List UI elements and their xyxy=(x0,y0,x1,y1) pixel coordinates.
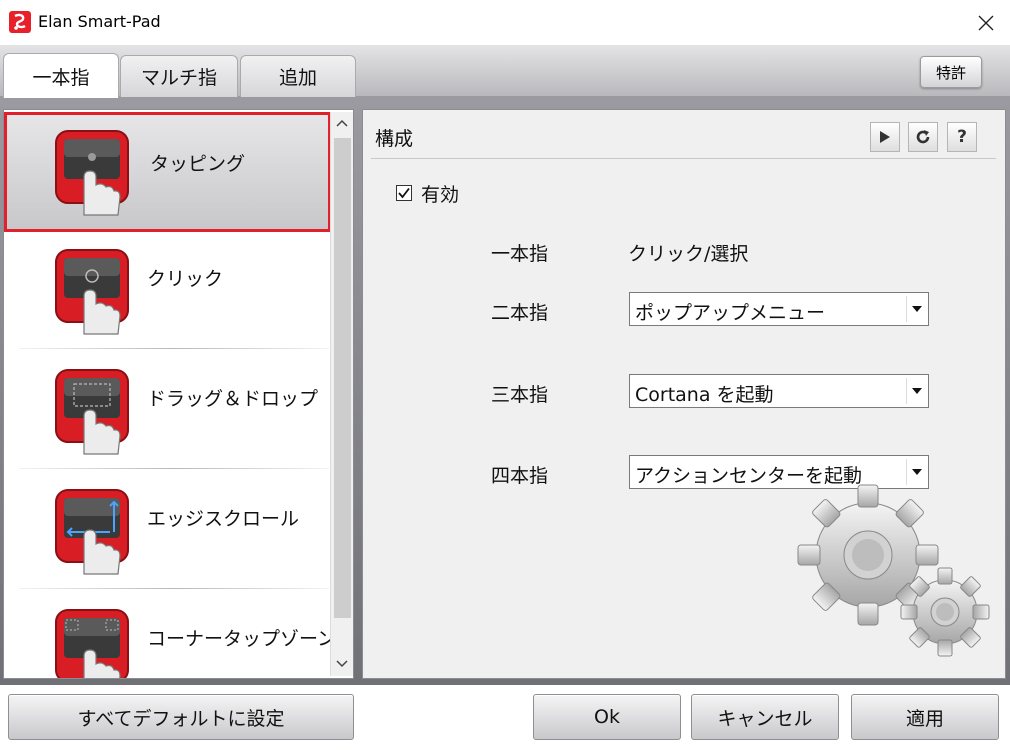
list-item-tapping[interactable]: タッピング xyxy=(4,112,331,232)
panel-title: 構成 xyxy=(375,128,414,150)
scroll-up-button[interactable] xyxy=(331,112,353,134)
list-item-label: コーナータップゾーン xyxy=(147,628,337,650)
checkmark-icon xyxy=(398,187,410,199)
edge-scroll-gesture-icon xyxy=(54,486,132,576)
three-finger-select-value: Cortana を起動 xyxy=(635,384,774,406)
apply-button[interactable]: 適用 xyxy=(851,694,999,740)
title-bar: Elan Smart-Pad xyxy=(0,0,1010,45)
list-item-label: エッジスクロール xyxy=(147,508,300,530)
list-item-corner-tap[interactable]: コーナータップゾーン xyxy=(4,590,336,678)
refresh-icon xyxy=(916,130,930,144)
scroll-down-button[interactable] xyxy=(331,653,353,675)
tab-additional[interactable]: 追加 xyxy=(240,55,356,97)
row-label-four-finger: 四本指 xyxy=(491,465,549,487)
configuration-panel: 構成 ? 有効 一本指 クリック/選択 二本指 ポップアップメニュー 三本指 C… xyxy=(362,109,1006,679)
refresh-button[interactable] xyxy=(908,122,938,152)
cancel-button[interactable]: キャンセル xyxy=(691,694,839,740)
close-icon xyxy=(978,15,994,30)
dropdown-button[interactable] xyxy=(906,378,926,404)
tab-strip: 一本指 マルチ指 追加 xyxy=(0,45,1010,98)
list-item-edge-scroll[interactable]: エッジスクロール xyxy=(4,470,331,590)
feature-list-scrollbar[interactable] xyxy=(330,112,353,676)
ok-button[interactable]: Ok xyxy=(533,694,681,740)
list-item-click[interactable]: クリック xyxy=(4,230,331,350)
gears-icon xyxy=(793,480,993,665)
help-icon: ? xyxy=(957,127,967,147)
chevron-down-icon xyxy=(911,469,922,475)
help-button[interactable]: ? xyxy=(947,122,977,152)
chevron-down-icon xyxy=(911,306,922,312)
feature-list: タッピング クリック ドラッグ＆ドロップ エッジスクロール コーナータップゾーン xyxy=(3,109,354,679)
click-gesture-icon xyxy=(54,246,132,336)
patent-button[interactable]: 特許 xyxy=(920,56,982,88)
row-value-one-finger: クリック/選択 xyxy=(628,243,749,265)
tab-multi-finger[interactable]: マルチ指 xyxy=(120,55,238,97)
tab-one-finger[interactable]: 一本指 xyxy=(3,53,119,98)
enabled-label: 有効 xyxy=(421,184,460,206)
corner-tap-gesture-icon xyxy=(54,606,132,678)
two-finger-select-value: ポップアップメニュー xyxy=(635,302,826,324)
elan-logo-icon xyxy=(9,11,31,33)
chevron-down-icon xyxy=(336,660,348,668)
enabled-checkbox[interactable] xyxy=(396,185,412,201)
row-label-three-finger: 三本指 xyxy=(491,384,549,406)
tap-gesture-icon xyxy=(54,127,132,217)
close-button[interactable] xyxy=(962,0,1010,45)
elan-smart-pad-window: Elan Smart-Pad 一本指 マルチ指 追加 特許 タッピング クリック… xyxy=(0,0,1010,750)
list-item-label: クリック xyxy=(147,268,224,290)
play-icon xyxy=(880,131,890,143)
three-finger-select[interactable]: Cortana を起動 xyxy=(629,374,929,408)
two-finger-select[interactable]: ポップアップメニュー xyxy=(629,292,929,326)
dropdown-button[interactable] xyxy=(906,296,926,322)
window-title: Elan Smart-Pad xyxy=(38,12,161,31)
restore-defaults-button[interactable]: すべてデフォルトに設定 xyxy=(8,694,354,740)
row-label-two-finger: 二本指 xyxy=(491,302,549,324)
list-item-label: ドラッグ＆ドロップ xyxy=(147,388,319,410)
drag-drop-gesture-icon xyxy=(54,366,132,456)
row-label-one-finger: 一本指 xyxy=(491,243,549,265)
divider xyxy=(371,158,996,159)
scroll-thumb[interactable] xyxy=(334,138,351,618)
play-button[interactable] xyxy=(870,122,900,152)
chevron-down-icon xyxy=(911,388,922,394)
list-item-drag-drop[interactable]: ドラッグ＆ドロップ xyxy=(4,350,331,470)
chevron-up-icon xyxy=(336,119,348,127)
list-item-label: タッピング xyxy=(150,153,246,175)
